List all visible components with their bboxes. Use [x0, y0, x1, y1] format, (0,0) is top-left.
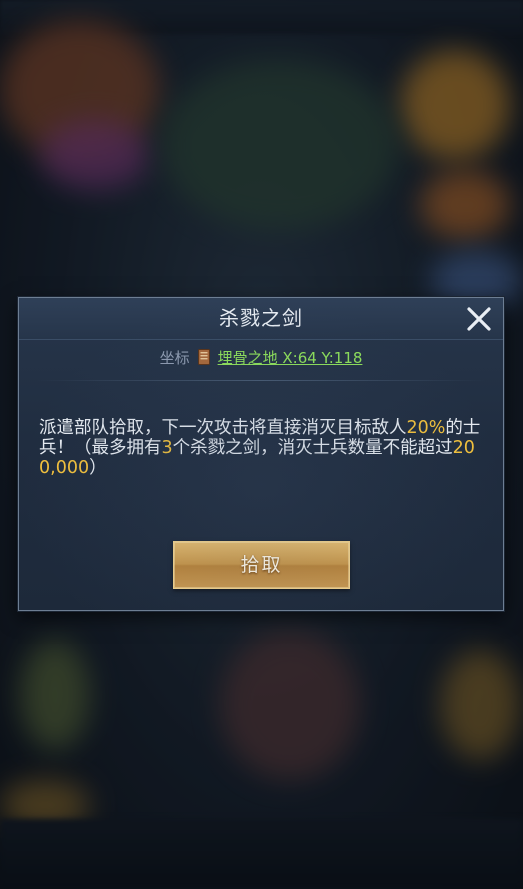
- pickup-button[interactable]: 拾取: [173, 541, 350, 589]
- description-text: 派遣部队拾取，下一次攻击将直接消灭目标敌人: [39, 418, 407, 438]
- kill-percent: 20%: [406, 418, 446, 438]
- coordinates-label: 坐标: [159, 348, 190, 367]
- description-text: 个杀戮之剑，消灭士兵数量不能超过: [172, 438, 453, 458]
- book-icon: [197, 349, 210, 365]
- item-description: 派遣部队拾取，下一次攻击将直接消灭目标敌人20%的士兵！（最多拥有3个杀戮之剑，…: [39, 418, 485, 478]
- dialog-header: 杀戮之剑: [19, 298, 503, 340]
- coordinates-link[interactable]: 埋骨之地 X:64 Y:118: [218, 347, 363, 368]
- description-text: ）: [89, 458, 107, 478]
- close-icon[interactable]: [464, 304, 494, 334]
- item-dialog: 杀戮之剑 坐标 埋骨之地 X:64 Y:118 派遣部队拾取，下一次攻击将直接消…: [18, 297, 504, 611]
- coordinates-row: 坐标 埋骨之地 X:64 Y:118: [19, 342, 503, 372]
- max-count: 3: [161, 438, 173, 458]
- divider: [37, 380, 485, 381]
- dialog-title: 杀戮之剑: [219, 306, 303, 330]
